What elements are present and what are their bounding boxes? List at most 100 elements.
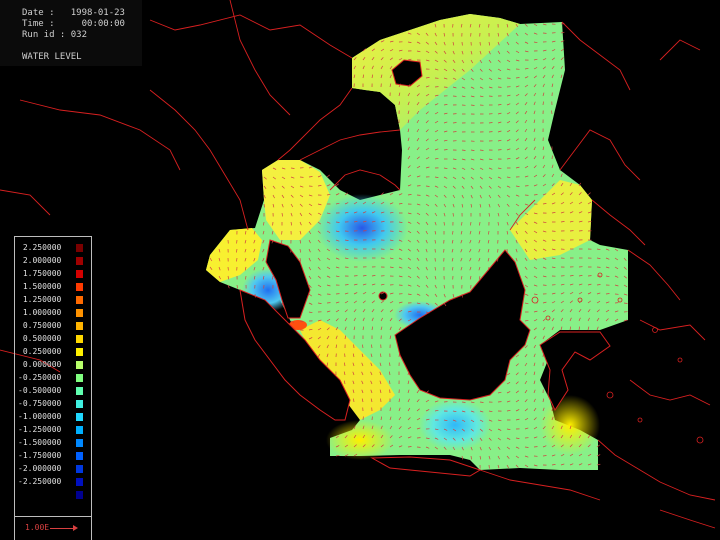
legend-swatch [76,413,83,421]
field-name: WATER LEVEL [22,52,82,62]
legend-entry-label: -0.750000 [18,399,62,408]
legend-entry-label: 1.000000 [18,308,62,317]
current-vector [443,149,448,151]
current-vector [389,407,391,412]
current-vector [443,221,445,226]
time-line: Time : 00:00:00 [22,19,125,29]
legend-swatch [76,348,83,356]
java-sea-low [419,399,491,451]
legend-entry-label: -0.250000 [18,373,62,382]
current-vector [452,122,457,124]
legend-entry-label: -0.500000 [18,386,62,395]
current-vector [587,192,591,196]
current-vector [542,455,547,457]
legend-swatch [76,270,83,278]
legend-swatch [76,426,83,434]
legend-swatch [76,452,83,460]
current-vector [596,284,601,286]
legend-entry: -2.250000 [18,477,92,487]
info-panel: Date : 1998-01-23 Time : 00:00:00 Run id… [0,0,142,66]
legend-divider [15,516,91,517]
legend-entry: 0.750000 [18,321,92,331]
legend-swatch [76,387,83,395]
legend-entry: 0.000000 [18,360,92,370]
legend-entry: -1.000000 [18,412,92,422]
legend-swatch [76,296,83,304]
legend-swatch [76,374,83,382]
current-vector [389,362,391,367]
current-vector [326,174,331,178]
current-vector [344,284,349,286]
legend-entry-label: 1.250000 [18,295,62,304]
legend-swatch [76,257,83,265]
run-id-line: Run id : 032 [22,30,88,40]
java [370,456,482,477]
current-vector [623,302,628,304]
color-legend: 1.00E 2.250000 2.000000 1.750000 1.50000… [14,236,92,540]
current-vector [452,230,454,235]
legend-entry-label: 1.500000 [18,282,62,291]
legend-swatch [76,361,83,369]
current-vector [533,194,538,196]
current-vector [407,446,412,448]
legend-entry-label: -1.250000 [18,425,62,434]
legend-entry: 0.500000 [18,334,92,344]
water-level-map [0,0,716,529]
legend-entry-label: -2.250000 [18,477,62,486]
legend-entry-label: 0.500000 [18,334,62,343]
current-vector [425,185,430,187]
legend-entry: -0.250000 [18,373,92,383]
legend-entry: 1.500000 [18,282,92,292]
yellow-blob-sulu [540,395,600,455]
legend-entry-label: -2.000000 [18,464,62,473]
current-vector [245,275,247,280]
legend-swatch [76,322,83,330]
legend-entry: 2.000000 [18,256,92,266]
current-vector [497,221,499,226]
legend-entry: 1.750000 [18,269,92,279]
legend-entry: -2.000000 [18,464,92,474]
legend-entry-label: 2.000000 [18,256,62,265]
legend-entry-label: 0.750000 [18,321,62,330]
legend-entry: 0.250000 [18,347,92,357]
legend-entry: -1.250000 [18,425,92,435]
current-vector [434,239,436,244]
current-vector [308,176,313,178]
current-vector [470,104,475,106]
current-vector [488,212,490,217]
legend-entry-label: 1.750000 [18,269,62,278]
vector-scale-label: 1.00E [25,523,50,532]
current-vector [461,221,463,226]
legend-entry: -1.750000 [18,451,92,461]
yellow-blob-java [326,420,394,460]
legend-swatch [76,465,83,473]
current-vector [398,353,400,358]
current-vector [236,257,238,262]
current-vector [452,212,454,217]
current-vector [605,293,610,295]
legend-entry-label: 0.250000 [18,347,62,356]
legend-swatch [76,439,83,447]
current-vector [506,239,508,244]
current-vector [479,149,484,151]
date-line: Date : 1998-01-23 [22,8,125,18]
current-vector [335,221,340,223]
legend-entry: 1.250000 [18,295,92,305]
current-vector [542,353,544,358]
current-vector [479,401,484,403]
current-vector [542,101,544,106]
current-vector [524,446,529,448]
legend-swatch [76,400,83,408]
current-vector [452,131,457,133]
legend-entry: -0.750000 [18,399,92,409]
legend-swatch [76,309,83,317]
legend-entry: -0.500000 [18,386,92,396]
current-vector [380,398,382,403]
current-vector [461,401,466,403]
legend-entry-label: 0.000000 [18,360,62,369]
legend-swatch [76,478,83,486]
legend-swatch [76,491,83,499]
current-vector [398,101,400,106]
current-vector [488,122,493,124]
legend-entry: 2.250000 [18,243,92,253]
